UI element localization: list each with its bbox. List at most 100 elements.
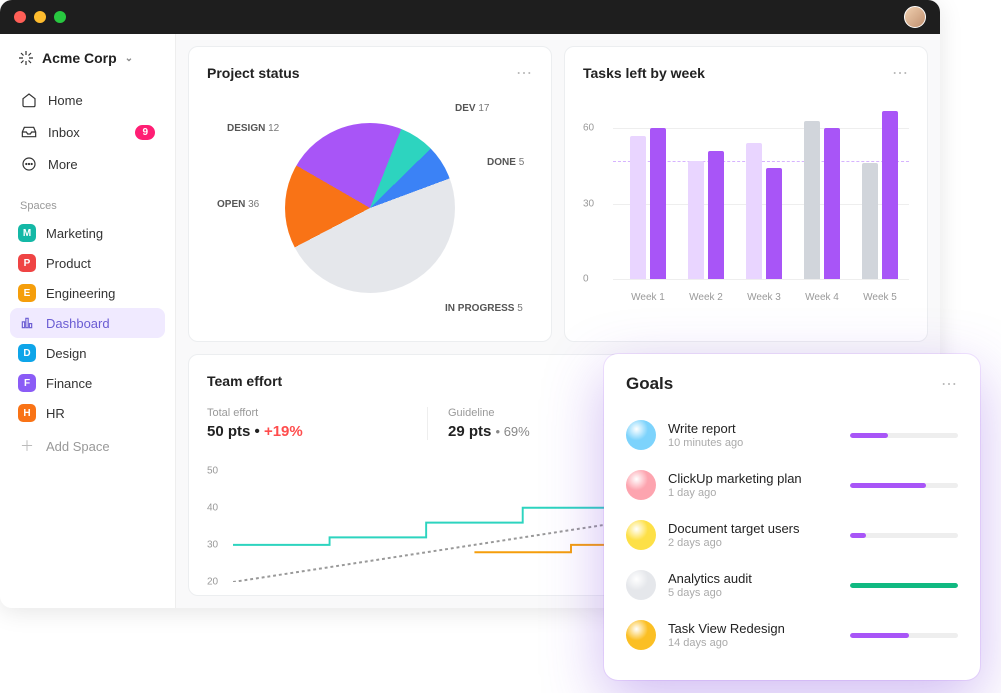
nav-more[interactable]: More	[10, 148, 165, 180]
space-icon: D	[18, 344, 36, 362]
pie-chart	[285, 123, 455, 293]
space-label: Marketing	[46, 226, 103, 241]
space-icon: P	[18, 254, 36, 272]
goal-row[interactable]: Task View Redesign14 days ago	[626, 610, 958, 660]
project-status-card: Project status ⋯ DEV 17DONE 5IN PROGRESS…	[188, 46, 552, 342]
space-icon: E	[18, 284, 36, 302]
sidebar-space-item[interactable]: D Design	[0, 338, 175, 368]
goal-avatar	[626, 570, 656, 600]
y-tick: 30	[207, 539, 218, 550]
titlebar	[0, 0, 940, 34]
pie-label: OPEN 36	[217, 199, 259, 210]
sidebar: Acme Corp ⌄ Home Inbox 9 More Spaces	[0, 34, 176, 608]
space-icon: F	[18, 374, 36, 392]
inbox-badge: 9	[135, 125, 155, 140]
space-label: Product	[46, 256, 91, 271]
window-controls	[14, 11, 66, 23]
y-tick: 30	[583, 198, 594, 209]
sidebar-space-item[interactable]: E Engineering	[0, 278, 175, 308]
goal-time: 2 days ago	[668, 537, 838, 549]
sidebar-space-item[interactable]: F Finance	[0, 368, 175, 398]
goal-row[interactable]: Write report10 minutes ago	[626, 410, 958, 460]
card-title: Tasks left by week	[583, 65, 705, 81]
sidebar-space-item[interactable]: M Marketing	[0, 218, 175, 248]
close-dot[interactable]	[14, 11, 26, 23]
card-title: Team effort	[207, 373, 282, 389]
x-label: Week 4	[805, 292, 839, 303]
sidebar-space-item[interactable]: P Product	[0, 248, 175, 278]
goal-progress	[850, 433, 958, 438]
pie-label: DONE 5	[487, 157, 524, 168]
dashboard-label: Dashboard	[46, 316, 110, 331]
nav-more-label: More	[48, 157, 78, 172]
x-label: Week 3	[747, 292, 781, 303]
y-tick: 40	[207, 502, 218, 513]
bar-group	[681, 151, 731, 279]
user-avatar[interactable]	[904, 6, 926, 28]
goal-name: Document target users	[668, 521, 838, 536]
goal-avatar	[626, 520, 656, 550]
bar-group	[855, 111, 905, 279]
card-menu[interactable]: ⋯	[892, 63, 909, 83]
y-tick: 50	[207, 465, 218, 476]
goal-progress	[850, 533, 958, 538]
goal-name: ClickUp marketing plan	[668, 471, 838, 486]
sidebar-dashboard[interactable]: Dashboard	[10, 308, 165, 338]
goal-avatar	[626, 420, 656, 450]
nav-inbox[interactable]: Inbox 9	[10, 116, 165, 148]
stat-label: Total effort	[207, 407, 407, 419]
goal-time: 5 days ago	[668, 587, 838, 599]
tasks-left-card: Tasks left by week ⋯ 0 30 60 Week 1 Week 2 W…	[564, 46, 928, 342]
goals-menu[interactable]: ⋯	[941, 374, 958, 394]
x-label: Week 5	[863, 292, 897, 303]
nav-inbox-label: Inbox	[48, 125, 80, 140]
goal-row[interactable]: Analytics audit5 days ago	[626, 560, 958, 610]
add-space-button[interactable]: ＋ Add Space	[0, 428, 175, 464]
goals-panel: Goals ⋯ Write report10 minutes ago Click…	[604, 354, 980, 680]
goal-row[interactable]: ClickUp marketing plan1 day ago	[626, 460, 958, 510]
maximize-dot[interactable]	[54, 11, 66, 23]
goal-avatar	[626, 470, 656, 500]
goal-name: Write report	[668, 421, 838, 436]
space-label: Engineering	[46, 286, 115, 301]
space-label: HR	[46, 406, 65, 421]
minimize-dot[interactable]	[34, 11, 46, 23]
space-icon: M	[18, 224, 36, 242]
bar-group	[797, 121, 847, 279]
goal-row[interactable]: Document target users2 days ago	[626, 510, 958, 560]
pie-label: DEV 17	[455, 103, 489, 114]
goal-avatar	[626, 620, 656, 650]
workspace-name: Acme Corp	[42, 50, 117, 66]
bar-group	[739, 143, 789, 279]
goal-progress	[850, 583, 958, 588]
add-space-label: Add Space	[46, 439, 110, 454]
card-menu[interactable]: ⋯	[516, 63, 533, 83]
stat-block: Total effort50 pts • +19%	[207, 407, 427, 440]
goal-progress	[850, 633, 958, 638]
chevron-down-icon: ⌄	[125, 53, 133, 64]
spaces-label: Spaces	[0, 184, 175, 218]
sidebar-space-item[interactable]: H HR	[0, 398, 175, 428]
nav-home-label: Home	[48, 93, 83, 108]
bar-group	[623, 128, 673, 279]
space-label: Design	[46, 346, 86, 361]
goal-name: Task View Redesign	[668, 621, 838, 636]
goal-time: 10 minutes ago	[668, 437, 838, 449]
y-tick: 0	[583, 274, 589, 285]
goal-name: Analytics audit	[668, 571, 838, 586]
card-title: Project status	[207, 65, 300, 81]
x-label: Week 2	[689, 292, 723, 303]
workspace-switcher[interactable]: Acme Corp ⌄	[0, 48, 175, 80]
goals-title: Goals	[626, 374, 673, 394]
inbox-icon	[20, 123, 38, 141]
space-label: Finance	[46, 376, 92, 391]
goal-time: 14 days ago	[668, 637, 838, 649]
x-label: Week 1	[631, 292, 665, 303]
workspace-icon	[18, 50, 34, 66]
nav-home[interactable]: Home	[10, 84, 165, 116]
goal-time: 1 day ago	[668, 487, 838, 499]
y-tick: 60	[583, 123, 594, 134]
y-tick: 20	[207, 577, 218, 588]
plus-icon: ＋	[18, 436, 36, 456]
space-icon: H	[18, 404, 36, 422]
